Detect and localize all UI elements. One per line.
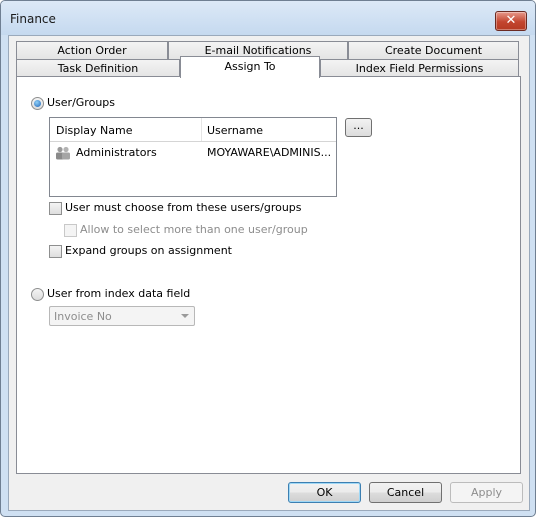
column-username[interactable]: Username [207, 124, 263, 137]
tab-create-document[interactable]: Create Document [348, 41, 519, 59]
browse-users-button[interactable]: ... [345, 118, 372, 137]
tab-task-definition[interactable]: Task Definition [16, 59, 180, 77]
tab-assign-to[interactable]: Assign To [180, 56, 320, 78]
expand-groups-label[interactable]: Expand groups on assignment [65, 244, 232, 257]
index-field-dropdown[interactable]: Invoice No [49, 306, 195, 326]
list-header: Display Name Username [50, 118, 336, 142]
index-field-radio[interactable] [31, 288, 44, 301]
user-groups-label[interactable]: User/Groups [47, 96, 115, 109]
close-icon: ✕ [505, 13, 517, 28]
user-groups-list[interactable]: Display Name Username Administrators MOY… [49, 117, 337, 197]
index-field-label[interactable]: User from index data field [47, 287, 190, 300]
ok-button[interactable]: OK [288, 482, 361, 503]
column-separator[interactable] [201, 118, 202, 141]
window-title: Finance [10, 12, 56, 26]
assign-to-panel: User/Groups Display Name Username Admini… [16, 76, 521, 474]
must-choose-checkbox[interactable] [49, 202, 62, 215]
tab-index-field-permissions[interactable]: Index Field Permissions [320, 59, 519, 77]
cancel-button[interactable]: Cancel [369, 482, 442, 503]
finance-dialog: Finance ✕ Action Order E-mail Notificati… [0, 0, 536, 517]
expand-groups-checkbox[interactable] [49, 245, 62, 258]
tab-action-order[interactable]: Action Order [16, 41, 168, 59]
column-display-name[interactable]: Display Name [56, 124, 133, 137]
user-groups-radio[interactable] [31, 97, 44, 110]
allow-multi-checkbox[interactable] [64, 224, 77, 237]
index-field-value: Invoice No [54, 310, 112, 323]
dialog-client-area: Action Order E-mail Notifications Create… [8, 35, 530, 511]
user-group-icon [56, 146, 70, 160]
row-username: MOYAWARE\ADMINIS... [207, 146, 332, 159]
must-choose-label[interactable]: User must choose from these users/groups [65, 201, 302, 214]
allow-multi-label[interactable]: Allow to select more than one user/group [80, 223, 308, 236]
close-button[interactable]: ✕ [495, 11, 527, 31]
chevron-down-icon [181, 314, 189, 318]
apply-button[interactable]: Apply [450, 482, 523, 503]
title-bar[interactable]: Finance ✕ [1, 1, 535, 35]
row-display-name: Administrators [76, 146, 157, 159]
